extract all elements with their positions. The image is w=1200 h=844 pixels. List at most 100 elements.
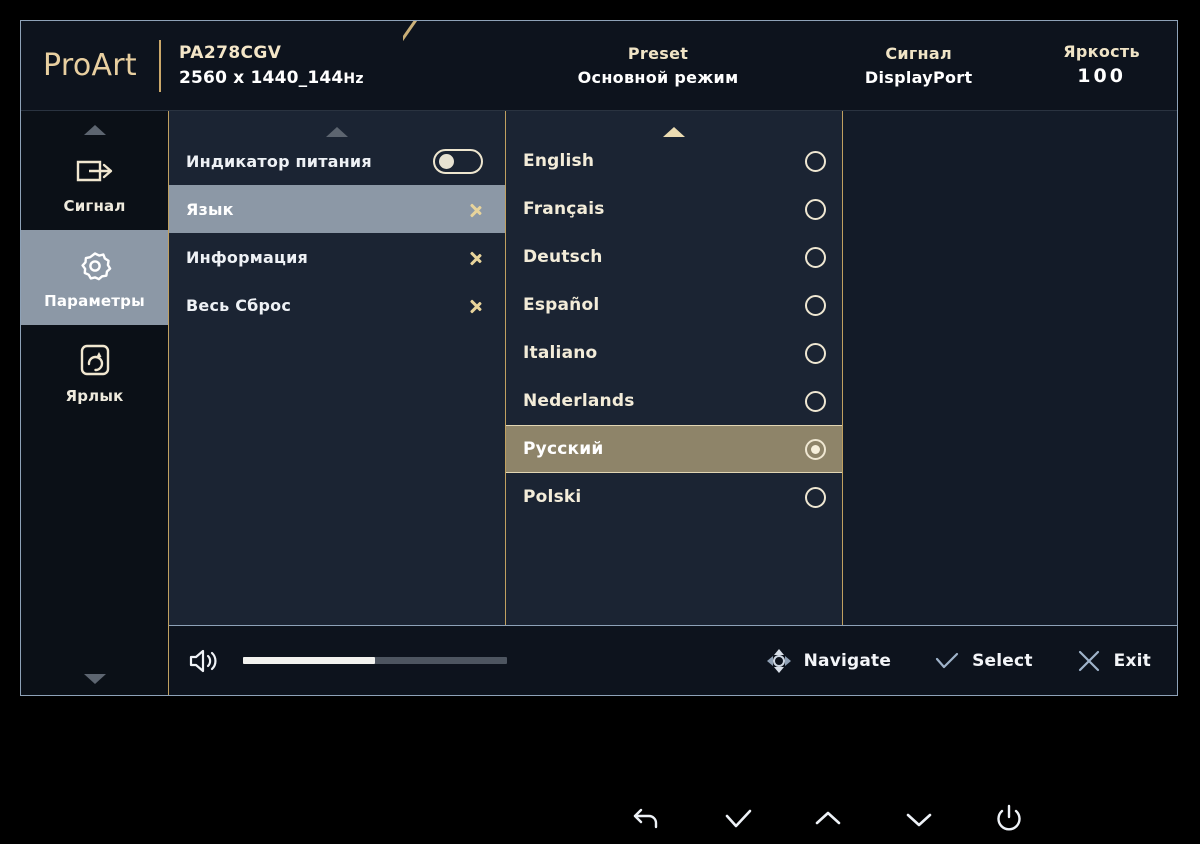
language-option-english[interactable]: English bbox=[506, 137, 842, 185]
menu-item-information-label: Информация bbox=[186, 247, 308, 267]
confirm-button[interactable] bbox=[714, 797, 762, 841]
hint-select[interactable]: Select bbox=[933, 647, 1033, 675]
signal-value: DisplayPort bbox=[864, 67, 973, 87]
toggle-knob bbox=[439, 153, 454, 169]
check-icon bbox=[721, 802, 755, 836]
chevron-right-icon bbox=[470, 246, 483, 268]
hint-navigate[interactable]: Navigate bbox=[765, 647, 892, 675]
language-label: English bbox=[523, 151, 595, 171]
hint-exit-label: Exit bbox=[1113, 650, 1151, 671]
menu-item-information[interactable]: Информация bbox=[169, 233, 505, 281]
power-indicator-toggle[interactable] bbox=[433, 148, 483, 174]
hint-navigate-label: Navigate bbox=[803, 650, 892, 671]
language-option-espanol[interactable]: Español bbox=[506, 281, 842, 329]
menu-item-power-indicator[interactable]: Индикатор питания bbox=[169, 137, 505, 185]
navigation-hints: Navigate Select Exit bbox=[723, 647, 1177, 675]
chevron-right-icon bbox=[470, 294, 483, 316]
diagonal-line-1 bbox=[403, 21, 416, 110]
check-icon bbox=[933, 647, 961, 675]
language-option-russian[interactable]: Русский bbox=[506, 425, 842, 473]
language-label: Deutsch bbox=[523, 247, 603, 267]
hint-select-label: Select bbox=[972, 650, 1033, 671]
sidebar-scroll-down[interactable] bbox=[21, 660, 168, 684]
hint-exit[interactable]: Exit bbox=[1075, 647, 1151, 675]
preset-value: Основной режим bbox=[577, 67, 739, 87]
sidebar-item-settings[interactable]: Параметры bbox=[21, 230, 168, 325]
scroll-up-arrow-icon bbox=[83, 125, 106, 135]
back-arrow-icon bbox=[630, 802, 664, 836]
language-option-polski[interactable]: Polski bbox=[506, 473, 842, 521]
proart-logo: ProArt bbox=[42, 48, 137, 83]
menu-item-language[interactable]: Язык bbox=[169, 185, 505, 233]
decorative-diagonal-lines bbox=[403, 21, 525, 110]
scroll-up-arrow-icon bbox=[663, 127, 685, 137]
close-icon bbox=[1075, 647, 1103, 675]
signal-label: Сигнал bbox=[885, 44, 952, 64]
sidebar-scroll-up[interactable] bbox=[21, 111, 168, 135]
osd-header: ProArt PA278CGV 2560 x 1440_144Hz Preset… bbox=[21, 21, 1177, 111]
status-preset: Preset Основной режим bbox=[525, 42, 791, 88]
menu-item-all-reset-label: Весь Сброс bbox=[186, 295, 292, 315]
language-option-nederlands[interactable]: Nederlands bbox=[506, 377, 842, 425]
up-button[interactable] bbox=[804, 797, 852, 841]
monitor-control-bar bbox=[613, 795, 1043, 843]
sidebar-item-shortcut[interactable]: Ярлык bbox=[21, 325, 168, 420]
scroll-down-arrow-icon bbox=[83, 674, 106, 684]
radio-button[interactable] bbox=[805, 342, 826, 364]
header-status-group: Preset Основной режим Сигнал DisplayPort… bbox=[525, 21, 1177, 110]
settings-menu-column: Индикатор питания Язык Информация Весь С… bbox=[169, 111, 506, 695]
radio-button[interactable] bbox=[805, 486, 826, 508]
status-signal: Сигнал DisplayPort bbox=[821, 42, 1016, 88]
brightness-label: Яркость bbox=[1063, 42, 1140, 62]
volume-slider-track[interactable] bbox=[243, 657, 507, 664]
radio-button[interactable] bbox=[805, 294, 826, 316]
osd-body: Сигнал Параметры Ярлык Индикатор питания… bbox=[21, 111, 1177, 695]
sidebar-item-settings-label: Параметры bbox=[44, 291, 145, 310]
back-button[interactable] bbox=[623, 797, 671, 841]
sidebar-item-signal[interactable]: Сигнал bbox=[21, 135, 168, 230]
radio-button[interactable] bbox=[805, 150, 826, 172]
radio-button-selected[interactable] bbox=[805, 438, 826, 460]
header-divider bbox=[159, 39, 161, 92]
language-option-francais[interactable]: Français bbox=[506, 185, 842, 233]
down-button[interactable] bbox=[895, 797, 943, 841]
monitor-screen: ProArt PA278CGV 2560 x 1440_144Hz Preset… bbox=[0, 0, 1200, 844]
power-button[interactable] bbox=[985, 797, 1033, 841]
language-label: Polski bbox=[523, 487, 582, 507]
model-resolution: 2560 x 1440_144Hz bbox=[179, 66, 364, 90]
speaker-icon bbox=[187, 646, 221, 676]
brightness-value: 100 bbox=[1077, 65, 1126, 88]
menu-item-language-label: Язык bbox=[186, 199, 234, 219]
diagonal-line-2 bbox=[403, 21, 436, 110]
menu-scroll-up[interactable] bbox=[169, 111, 505, 137]
preset-label: Preset bbox=[627, 44, 689, 64]
language-label: Nederlands bbox=[523, 391, 635, 411]
chevron-right-icon bbox=[470, 198, 483, 220]
volume-slider-fill bbox=[243, 657, 375, 664]
menu-item-power-indicator-label: Индикатор питания bbox=[186, 151, 372, 171]
radio-button[interactable] bbox=[805, 198, 826, 220]
preview-pane bbox=[843, 111, 1177, 695]
volume-control[interactable] bbox=[169, 646, 507, 676]
language-option-deutsch[interactable]: Deutsch bbox=[506, 233, 842, 281]
model-info: PA278CGV 2560 x 1440_144Hz bbox=[179, 41, 364, 89]
menu-item-all-reset[interactable]: Весь Сброс bbox=[169, 281, 505, 329]
scroll-up-arrow-icon bbox=[326, 127, 348, 137]
language-label: Русский bbox=[523, 439, 604, 459]
model-name: PA278CGV bbox=[179, 43, 282, 64]
chevron-down-icon bbox=[902, 802, 936, 836]
language-scroll-up[interactable] bbox=[506, 111, 842, 137]
osd-footer: Navigate Select Exit bbox=[169, 625, 1177, 695]
sidebar-item-signal-label: Сигнал bbox=[63, 196, 126, 215]
language-list-column: English Français Deutsch Español Italian… bbox=[506, 111, 843, 695]
radio-button[interactable] bbox=[805, 246, 826, 268]
language-option-italiano[interactable]: Italiano bbox=[506, 329, 842, 377]
power-icon bbox=[992, 802, 1026, 836]
gear-icon bbox=[72, 246, 118, 286]
sidebar: Сигнал Параметры Ярлык bbox=[21, 111, 169, 695]
shortcut-icon bbox=[72, 341, 118, 381]
dpad-icon bbox=[765, 647, 793, 675]
language-label: Español bbox=[523, 295, 600, 315]
radio-button[interactable] bbox=[805, 390, 826, 412]
language-label: Italiano bbox=[523, 343, 598, 363]
